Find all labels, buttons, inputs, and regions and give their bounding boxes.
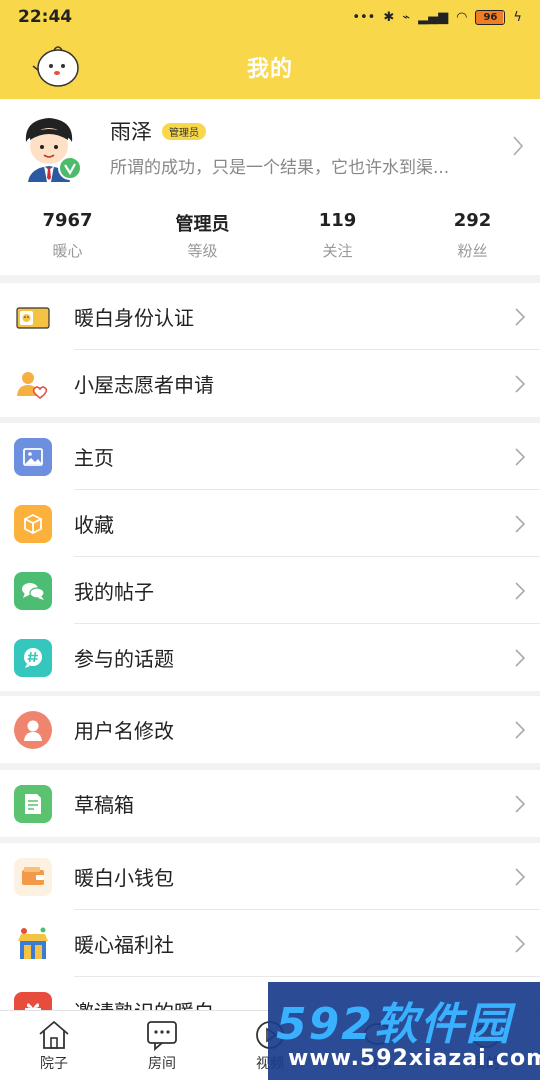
avatar[interactable] [14, 112, 84, 182]
volunteer-icon [17, 371, 48, 399]
profile-stats: 7967 暖心 管理员 等级 119 关注 292 粉丝 [0, 210, 540, 261]
chevron-right-icon [515, 795, 526, 813]
status-icons: ••• ✱ ⌁ ▂▄▆ ◠ 96 ϟ [352, 9, 522, 25]
tab-room[interactable]: 房间 [108, 1011, 216, 1080]
chevron-right-icon [515, 375, 526, 393]
watermark: 592软件园 www.592xiazai.com [268, 982, 540, 1080]
menu-item-identity[interactable]: 暖白身份认证 [0, 283, 540, 350]
menu-label: 暖白身份认证 [74, 306, 194, 330]
stat-label: 暖心 [52, 242, 83, 260]
menu-label: 我的帖子 [74, 580, 154, 604]
stat-label: 关注 [322, 242, 353, 260]
menu-item-wallet[interactable]: 暖白小钱包 [0, 843, 540, 910]
user-icon [14, 710, 52, 749]
gift-shop-icon [18, 927, 48, 959]
chat-bubble-icon [147, 1021, 177, 1051]
status-time: 22:44 [18, 7, 73, 27]
stat-label: 粉丝 [457, 242, 488, 260]
stat-following[interactable]: 119 关注 [270, 210, 405, 261]
tab-label: 房间 [148, 1056, 176, 1072]
chevron-right-icon [515, 582, 526, 600]
bluetooth-icon: ✱ [383, 9, 395, 25]
alarm-off-icon: ⌁ [402, 9, 411, 25]
menu-label: 草稿箱 [74, 793, 134, 817]
chevron-right-icon [515, 868, 526, 886]
profile-name-row: 雨泽 管理员 [110, 116, 206, 146]
tab-label: 院子 [40, 1056, 68, 1072]
image-icon [14, 437, 52, 476]
signal-icon: ▂▄▆ [418, 9, 449, 25]
stat-value: 119 [318, 210, 357, 231]
menu-item-favorites[interactable]: 收藏 [0, 490, 540, 557]
menu-item-topics[interactable]: 参与的话题 [0, 624, 540, 691]
notification-dots-icon: ••• [352, 9, 376, 25]
home-icon [39, 1020, 69, 1049]
menu-label: 暖心福利社 [74, 933, 174, 957]
menu-item-volunteer[interactable]: 小屋志愿者申请 [0, 350, 540, 417]
watermark-url: www.592xiazai.com [288, 1046, 540, 1071]
document-icon [14, 784, 52, 823]
wifi-icon: ◠ [456, 9, 468, 25]
menu-section-verification: 暖白身份认证 小屋志愿者申请 [0, 283, 540, 417]
stat-label: 等级 [187, 242, 218, 260]
chevron-right-icon [515, 935, 526, 953]
menu-item-welfare[interactable]: 暖心福利社 [0, 910, 540, 977]
menu-item-drafts[interactable]: 草稿箱 [0, 770, 540, 837]
page-title: 我的 [246, 56, 293, 82]
chevron-right-icon [515, 448, 526, 466]
chevron-right-icon [515, 721, 526, 739]
menu-section-account: 用户名修改 [0, 696, 540, 763]
mascot-icon[interactable] [32, 40, 84, 92]
menu-label: 暖白小钱包 [74, 866, 174, 890]
status-bar: 22:44 ••• ✱ ⌁ ▂▄▆ ◠ 96 ϟ [0, 0, 540, 34]
profile-bio: 所谓的成功，只是一个结果，它也许水到渠... [110, 158, 450, 178]
watermark-logo-text: 592软件园 [276, 999, 512, 1050]
menu-item-my-posts[interactable]: 我的帖子 [0, 557, 540, 624]
role-badge: 管理员 [162, 122, 206, 140]
menu-label: 参与的话题 [74, 647, 174, 671]
id-card-icon [16, 306, 50, 329]
menu-label: 收藏 [74, 513, 114, 537]
hashtag-icon [14, 638, 52, 677]
menu-label: 主页 [74, 446, 114, 470]
wallet-icon [14, 857, 52, 896]
chevron-right-icon [515, 649, 526, 667]
menu-section-content: 主页 收藏 我的帖子 参与的话题 [0, 423, 540, 691]
stat-followers[interactable]: 292 粉丝 [405, 210, 540, 261]
stat-value: 7967 [42, 210, 93, 231]
menu-section-drafts: 草稿箱 [0, 770, 540, 837]
stat-level[interactable]: 管理员 等级 [135, 210, 270, 261]
profile-name: 雨泽 [110, 120, 152, 144]
chevron-right-icon [515, 515, 526, 533]
menu-item-rename[interactable]: 用户名修改 [0, 696, 540, 763]
chat-icon [14, 571, 52, 610]
chevron-right-icon [515, 308, 526, 326]
stat-value: 管理员 [175, 214, 230, 235]
tab-yard[interactable]: 院子 [0, 1011, 108, 1080]
battery-level: 96 [483, 11, 498, 23]
menu-label: 小屋志愿者申请 [74, 373, 214, 397]
menu-item-homepage[interactable]: 主页 [0, 423, 540, 490]
box-icon [14, 504, 52, 543]
menu-label: 用户名修改 [74, 719, 174, 743]
battery-icon: 96 [475, 9, 506, 25]
title-bar: 我的 [0, 34, 540, 99]
charging-icon: ϟ [513, 9, 522, 25]
stat-warmth[interactable]: 7967 暖心 [0, 210, 135, 261]
stat-value: 292 [453, 210, 492, 231]
chevron-right-icon[interactable] [512, 135, 524, 157]
